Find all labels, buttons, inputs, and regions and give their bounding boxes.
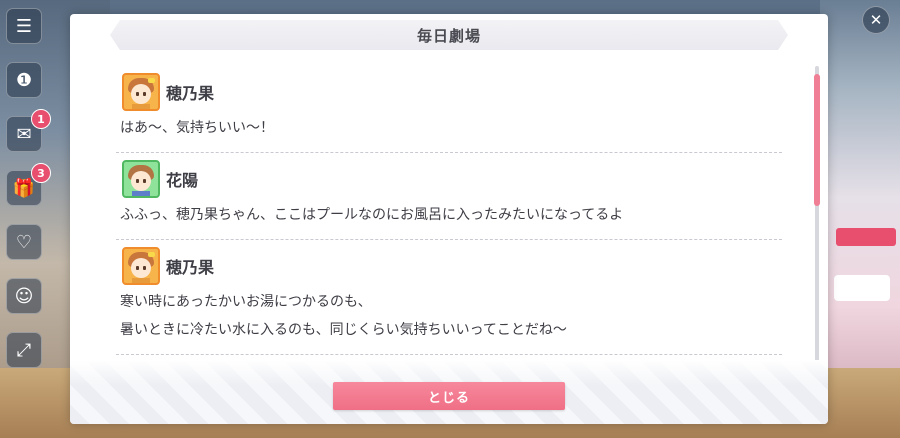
message-text: はあ〜、気持ちいい〜！ bbox=[116, 114, 782, 142]
right-button[interactable] bbox=[834, 275, 890, 301]
close-button[interactable]: とじる bbox=[333, 382, 565, 410]
daily-theater-dialog: 毎日劇場 穂乃果 はあ〜、気持ちいい〜！ 花陽 ふふっ、穂乃果ちゃん、ここはプー… bbox=[70, 14, 828, 424]
mail-icon[interactable]: ✉ 1 bbox=[6, 109, 51, 152]
mail-badge: 1 bbox=[31, 109, 51, 129]
message-header: 穂乃果 bbox=[116, 247, 782, 285]
avatar bbox=[122, 160, 160, 198]
expand-icon[interactable]: ⤢ bbox=[6, 332, 42, 368]
message-item: 穂乃果 はあ〜、気持ちいい〜！ bbox=[116, 66, 782, 153]
message-text: ふふっ、穂乃果ちゃん、ここはプールなのにお風呂に入ったみたいになってるよ bbox=[116, 201, 782, 229]
message-line: 暑いときに冷たい水に入るのも、同じくらい気持ちいいってことだね〜 bbox=[120, 322, 567, 338]
speaker-name: 花陽 bbox=[166, 171, 199, 190]
message-header: 穂乃果 bbox=[116, 73, 782, 111]
speaker-name: 穂乃果 bbox=[166, 84, 215, 103]
heart-icon[interactable]: ♡ bbox=[6, 224, 42, 260]
member-icon[interactable]: ☺ bbox=[6, 278, 42, 314]
gift-icon[interactable]: 🎁 3 bbox=[6, 163, 51, 206]
message-header: 花陽 bbox=[116, 160, 782, 198]
avatar bbox=[122, 247, 160, 285]
corner-close-icon[interactable]: ✕ bbox=[862, 6, 890, 34]
right-banner bbox=[836, 228, 896, 246]
chat-icon[interactable]: ❶ bbox=[6, 62, 42, 98]
dialog-title: 毎日劇場 bbox=[416, 26, 481, 45]
message-line: 寒い時にあったかいお湯につかるのも、 bbox=[120, 294, 372, 310]
scrollbar-thumb[interactable] bbox=[814, 74, 820, 206]
message-text: 寒い時にあったかいお湯につかるのも、 暑いときに冷たい水に入るのも、同じくらい気… bbox=[116, 288, 782, 344]
message-item: 穂乃果 寒い時にあったかいお湯につかるのも、 暑いときに冷たい水に入るのも、同じ… bbox=[116, 240, 782, 355]
left-menu: ☰ ❶ ✉ 1 🎁 3 ♡ ☺ ⤢ bbox=[6, 8, 51, 386]
message-line: ふふっ、穂乃果ちゃん、ここはプールなのにお風呂に入ったみたいになってるよ bbox=[120, 207, 624, 223]
gift-badge: 3 bbox=[31, 163, 51, 183]
message-line: はあ〜、気持ちいい〜！ bbox=[120, 120, 274, 136]
message-item: 花陽 ふふっ、穂乃果ちゃん、ここはプールなのにお風呂に入ったみたいになってるよ bbox=[116, 153, 782, 240]
dialog-scroll-area[interactable]: 穂乃果 はあ〜、気持ちいい〜！ 花陽 ふふっ、穂乃果ちゃん、ここはプールなのにお… bbox=[116, 66, 782, 378]
menu-icon[interactable]: ☰ bbox=[6, 8, 42, 44]
avatar bbox=[122, 73, 160, 111]
dialog-footer: とじる bbox=[70, 360, 828, 424]
dialog-title-bar: 毎日劇場 bbox=[110, 20, 788, 50]
speaker-name: 穂乃果 bbox=[166, 258, 215, 277]
